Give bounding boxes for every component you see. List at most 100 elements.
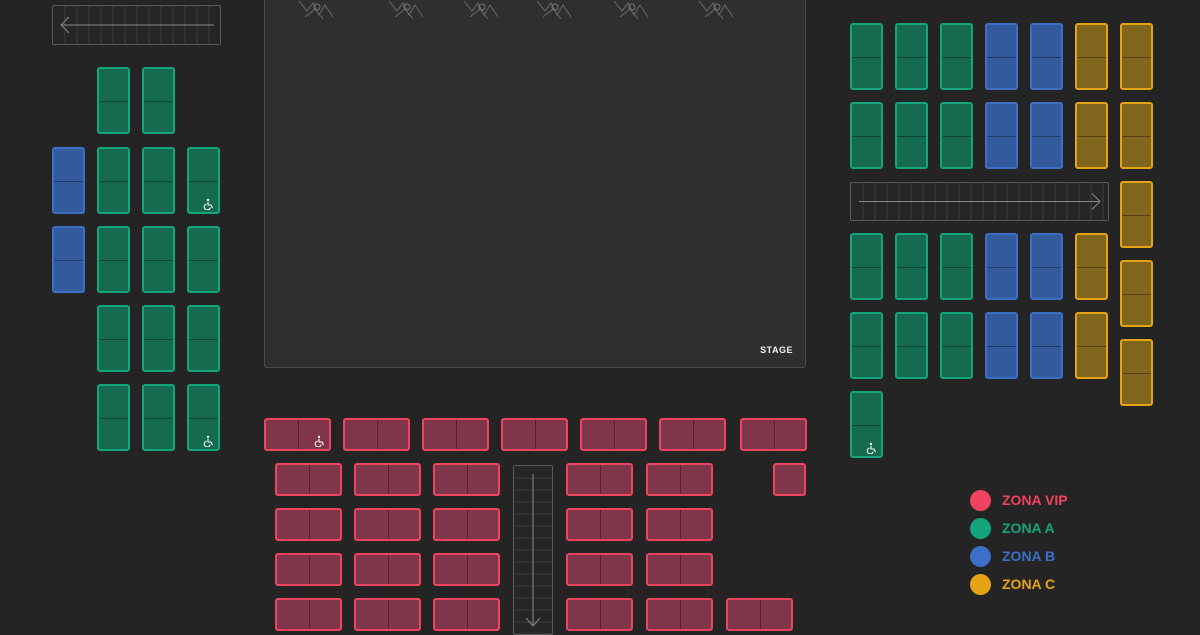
wheelchair-icon — [203, 198, 213, 210]
legend-item-zona-b: ZONA B — [970, 542, 1068, 570]
seat-block-b[interactable] — [985, 23, 1018, 90]
seat-block-vip[interactable] — [354, 463, 421, 496]
seat-block-vip[interactable] — [659, 418, 726, 451]
seat-block-b[interactable] — [1030, 102, 1063, 169]
seat-block-a[interactable] — [187, 147, 220, 214]
seat-block-a[interactable] — [895, 102, 928, 169]
seat-block-c[interactable] — [1120, 260, 1153, 327]
seat-block-vip[interactable] — [275, 508, 342, 541]
seat-block-a[interactable] — [142, 384, 175, 451]
seat-block-c[interactable] — [1075, 102, 1108, 169]
seat-block-b[interactable] — [985, 312, 1018, 379]
seat-block-vip[interactable] — [433, 553, 500, 586]
seat-block-vip[interactable] — [275, 553, 342, 586]
seat-block-a[interactable] — [97, 147, 130, 214]
legend-label: ZONA A — [1002, 520, 1055, 536]
seat-block-b[interactable] — [985, 102, 1018, 169]
stage-art-figure — [536, 0, 572, 20]
seat-block-a[interactable] — [895, 233, 928, 300]
legend-label: ZONA B — [1002, 548, 1056, 564]
seat-block-vip[interactable] — [740, 418, 807, 451]
seat-block-vip[interactable] — [646, 508, 713, 541]
seat-block-a[interactable] — [142, 67, 175, 134]
seat-block-a[interactable] — [850, 102, 883, 169]
legend-item-zona-c: ZONA C — [970, 570, 1068, 598]
seat-block-a[interactable] — [850, 312, 883, 379]
seat-block-a[interactable] — [940, 233, 973, 300]
seat-block-b[interactable] — [52, 226, 85, 293]
seat-block-c[interactable] — [1120, 102, 1153, 169]
legend-dot — [970, 573, 991, 595]
seat-block-a[interactable] — [895, 23, 928, 90]
seat-block-vip[interactable] — [354, 508, 421, 541]
seat-block-a[interactable] — [940, 23, 973, 90]
seat-block-a[interactable] — [940, 312, 973, 379]
stage-label: STAGE — [760, 345, 793, 355]
seat-block-c[interactable] — [1120, 181, 1153, 248]
seat-block-vip[interactable] — [501, 418, 568, 451]
seat-block-a[interactable] — [850, 233, 883, 300]
seat-block-a[interactable] — [940, 102, 973, 169]
stage: STAGE — [264, 0, 806, 368]
seat-block-a[interactable] — [97, 67, 130, 134]
seat-block-vip[interactable] — [773, 463, 806, 496]
seat-block-vip[interactable] — [433, 508, 500, 541]
seat-block-vip[interactable] — [580, 418, 647, 451]
seat-block-vip[interactable] — [422, 418, 489, 451]
seat-block-b[interactable] — [52, 147, 85, 214]
seat-block-a[interactable] — [187, 305, 220, 372]
seat-block-b[interactable] — [1030, 23, 1063, 90]
wheelchair-icon — [314, 435, 324, 447]
seat-block-c[interactable] — [1120, 339, 1153, 406]
legend-item-zona-a: ZONA A — [970, 514, 1068, 542]
seat-block-a[interactable] — [142, 305, 175, 372]
seat-block-vip[interactable] — [646, 553, 713, 586]
seat-block-b[interactable] — [1030, 312, 1063, 379]
zone-legend: ZONA VIP ZONA A ZONA B ZONA C — [970, 486, 1068, 598]
seat-block-vip[interactable] — [646, 463, 713, 496]
seat-block-vip[interactable] — [275, 463, 342, 496]
aisle-top-left — [52, 5, 221, 45]
stage-art-figure — [698, 0, 734, 20]
seat-block-c[interactable] — [1075, 312, 1108, 379]
seat-block-vip[interactable] — [566, 553, 633, 586]
seat-block-vip[interactable] — [354, 553, 421, 586]
seat-block-vip[interactable] — [264, 418, 331, 451]
seat-block-vip[interactable] — [343, 418, 410, 451]
seat-block-a[interactable] — [97, 384, 130, 451]
arrow-icon — [60, 6, 214, 44]
seat-block-vip[interactable] — [726, 598, 793, 631]
seat-block-a[interactable] — [850, 23, 883, 90]
aisle-center — [513, 465, 553, 635]
arrow-icon — [859, 183, 1104, 220]
wheelchair-icon — [866, 442, 876, 454]
stage-art-figure — [463, 0, 499, 20]
seat-block-a[interactable] — [187, 384, 220, 451]
seat-block-c[interactable] — [1075, 23, 1108, 90]
seat-block-vip[interactable] — [354, 598, 421, 631]
legend-dot — [970, 489, 991, 511]
seat-block-vip[interactable] — [275, 598, 342, 631]
seat-block-a[interactable] — [97, 226, 130, 293]
stage-art-figure — [298, 0, 334, 20]
seat-block-a[interactable] — [187, 226, 220, 293]
seat-block-a[interactable] — [142, 226, 175, 293]
seat-block-vip[interactable] — [433, 463, 500, 496]
seat-block-b[interactable] — [1030, 233, 1063, 300]
seat-block-a[interactable] — [850, 391, 883, 458]
seat-block-c[interactable] — [1075, 233, 1108, 300]
stage-art-figure — [388, 0, 424, 20]
seat-block-vip[interactable] — [433, 598, 500, 631]
seat-block-a[interactable] — [97, 305, 130, 372]
seat-block-vip[interactable] — [566, 598, 633, 631]
seat-block-vip[interactable] — [566, 508, 633, 541]
seat-block-vip[interactable] — [646, 598, 713, 631]
seat-block-a[interactable] — [142, 147, 175, 214]
seat-block-a[interactable] — [895, 312, 928, 379]
seat-block-c[interactable] — [1120, 23, 1153, 90]
stage-art-figure — [613, 0, 649, 20]
seat-block-vip[interactable] — [566, 463, 633, 496]
wheelchair-icon — [203, 435, 213, 447]
legend-label: ZONA VIP — [1002, 492, 1068, 508]
seat-block-b[interactable] — [985, 233, 1018, 300]
